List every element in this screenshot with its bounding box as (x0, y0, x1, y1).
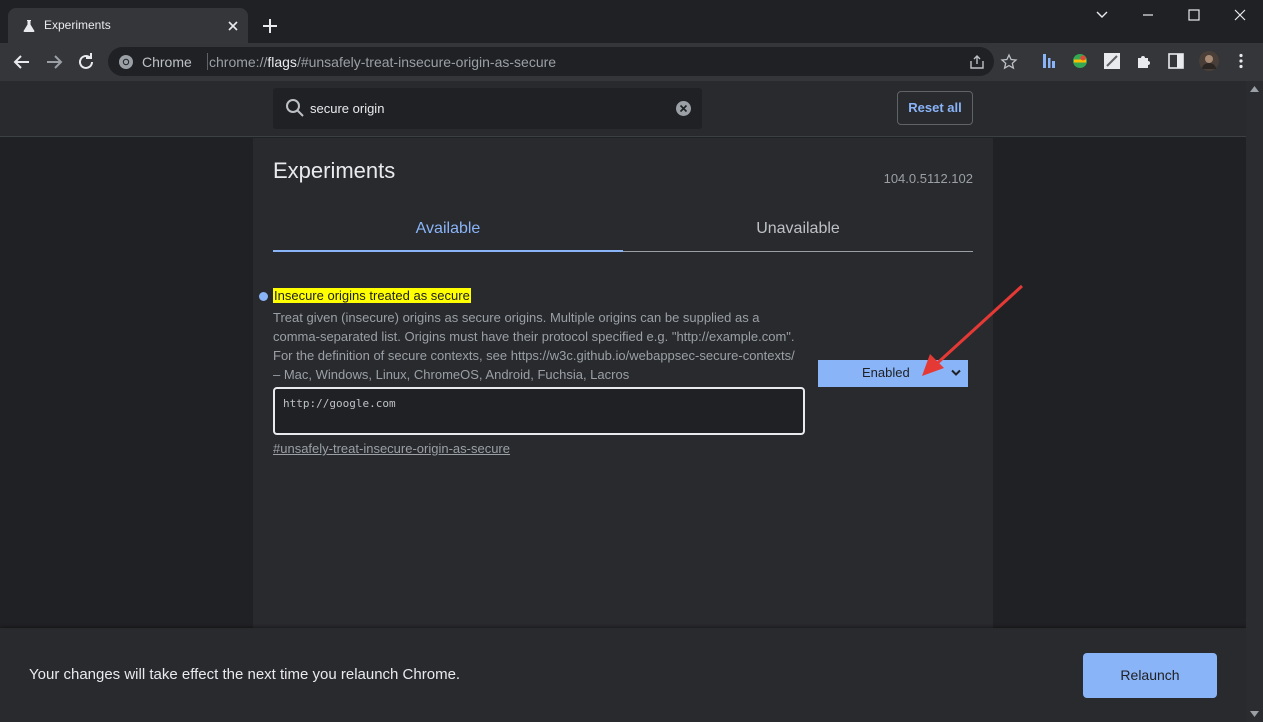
forward-icon[interactable] (42, 50, 66, 74)
flask-icon (23, 20, 35, 32)
annotation-arrow-icon (922, 284, 1024, 376)
relaunch-banner: Your changes will take effect the next t… (0, 628, 1246, 722)
back-icon[interactable] (10, 50, 34, 74)
flag-description-line: Treat given (insecure) origins as secure… (273, 310, 760, 325)
url-path: /#unsafely-treat-insecure-origin-as-secu… (296, 54, 557, 70)
flag-description-line: – Mac, Windows, Linux, ChromeOS, Android… (273, 367, 630, 382)
origins-textarea[interactable]: http://google.com (273, 387, 805, 435)
minimize-icon (1143, 14, 1153, 16)
bookmark-star-icon[interactable] (1000, 53, 1018, 71)
maximize-icon (1188, 9, 1200, 21)
share-icon[interactable] (968, 53, 986, 71)
flag-description-line: For the definition of secure contexts, s… (273, 348, 795, 363)
omnibox-divider (207, 53, 208, 70)
search-input[interactable]: secure origin (273, 88, 702, 129)
flag-description-line: comma-separated list. Origins must have … (273, 329, 795, 344)
extensions-puzzle-icon[interactable] (1135, 52, 1153, 70)
toolbar: Chrome chrome://flags/#unsafely-treat-in… (0, 43, 1263, 81)
avatar[interactable] (1199, 51, 1219, 71)
tab-title: Experiments (44, 18, 111, 32)
chrome-icon (119, 55, 133, 69)
close-icon[interactable] (224, 17, 242, 35)
site-label: Chrome (142, 54, 192, 70)
url-text: chrome://flags/#unsafely-treat-insecure-… (209, 54, 556, 70)
tab-unavailable[interactable]: Unavailable (623, 206, 973, 252)
relaunch-button[interactable]: Relaunch (1083, 653, 1217, 698)
search-value: secure origin (310, 101, 385, 116)
browser-window: Experiments Chrome chrome://flags/#unsaf… (0, 0, 1263, 722)
version-label: 104.0.5112.102 (883, 171, 973, 186)
address-bar[interactable]: Chrome chrome://flags/#unsafely-treat-in… (108, 47, 1018, 76)
close-icon (1234, 9, 1246, 21)
scrollbar[interactable] (1246, 81, 1263, 722)
close-window-button[interactable] (1217, 0, 1263, 30)
reset-all-button[interactable]: Reset all (897, 91, 973, 125)
flag-description: Treat given (insecure) origins as secure… (273, 308, 813, 384)
search-icon (286, 99, 304, 117)
extension-bars-icon[interactable] (1040, 52, 1058, 70)
reload-icon[interactable] (74, 50, 98, 74)
flags-page: secure origin Reset all Experiments 104.… (0, 81, 1246, 722)
scroll-down-icon[interactable] (1250, 711, 1259, 717)
tab-strip: Experiments (0, 0, 1263, 43)
side-panel-icon[interactable] (1167, 52, 1185, 70)
flag-name: Insecure origins treated as secure (273, 288, 471, 303)
modified-flag-dot (259, 292, 268, 301)
clear-search-icon[interactable] (675, 100, 692, 117)
select-value: Enabled (862, 365, 910, 380)
relaunch-message: Your changes will take effect the next t… (29, 666, 461, 683)
tab-experiments[interactable]: Experiments (8, 8, 248, 43)
tab-available[interactable]: Available (273, 206, 623, 252)
tab-search-button[interactable] (1079, 0, 1125, 30)
extension-pen-icon[interactable] (1103, 52, 1121, 70)
experiments-panel: Experiments 104.0.5112.102 Available Una… (253, 138, 993, 628)
minimize-button[interactable] (1125, 0, 1171, 30)
page-title: Experiments (273, 158, 396, 183)
scroll-up-icon[interactable] (1250, 86, 1259, 92)
new-tab-icon[interactable] (259, 15, 281, 37)
url-host: flags (267, 54, 297, 70)
kebab-menu-icon[interactable] (1232, 52, 1250, 70)
flags-header: secure origin Reset all (0, 81, 1246, 137)
flag-anchor-link[interactable]: #unsafely-treat-insecure-origin-as-secur… (273, 441, 510, 456)
chevron-down-icon (1096, 11, 1108, 18)
url-prefix: chrome:// (209, 54, 268, 70)
maximize-button[interactable] (1171, 0, 1217, 30)
extension-globe-icon[interactable] (1071, 52, 1089, 70)
